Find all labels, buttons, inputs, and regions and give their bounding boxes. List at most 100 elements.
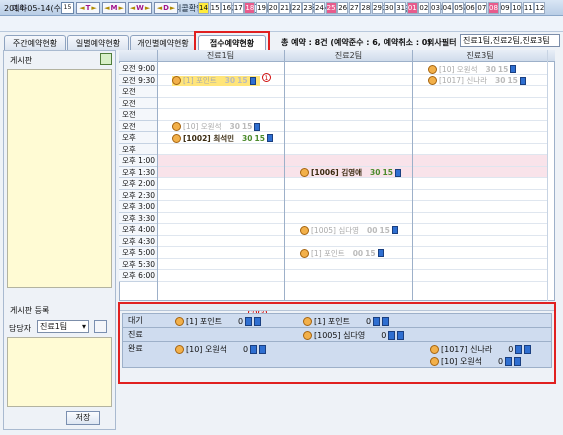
duration-value: 00 [352,248,364,258]
patient-name: [1005] 심다영 [311,225,360,235]
memo-icon[interactable] [519,76,526,85]
memo-icon[interactable] [510,65,517,73]
time-slot-row[interactable] [157,236,547,247]
day-cell[interactable]: 05 [453,2,465,14]
time-slot-row[interactable] [157,86,547,98]
appointment-item[interactable]: [1002] 최석민 30 15 [172,133,273,143]
day-cell[interactable]: 27 [348,2,360,14]
time-slot-row[interactable] [157,98,547,109]
day-cell[interactable]: 19 [256,2,267,14]
tab-weekly[interactable]: 주간예약현황 [4,35,66,50]
appointment-item[interactable]: [1006] 김영애 30 15 [300,168,401,178]
time-cell: 오전 9:30 [119,74,157,86]
nav-label: T [85,4,91,12]
appointment-item[interactable]: [1] 포인트 30 15 [172,75,260,86]
divider [284,50,285,301]
appointment-item[interactable]: [1017] 신나라 30 15 [428,76,526,86]
board-text-input[interactable] [7,337,112,407]
time-slot-row[interactable] [157,201,547,213]
appointment-item[interactable]: [10] 오원석 30 15 [172,122,261,132]
day-cell[interactable]: 16 [221,2,233,14]
day-cell[interactable]: 21 [279,2,291,14]
day-cell[interactable]: 28 [360,2,372,14]
column-header-team2: 진료2팀 [334,51,363,60]
day-cell[interactable]: 07 [476,2,488,14]
day-cell[interactable]: 10 [511,2,523,14]
day-cell[interactable]: 25 [325,2,337,14]
duration-value: 30 [242,133,253,143]
day-cell[interactable]: 12 [534,2,546,14]
day-cell[interactable]: 18 [244,2,256,14]
board-add-icon[interactable] [100,53,112,65]
memo-icon[interactable] [377,249,384,257]
day-cell[interactable]: 08 [488,2,499,14]
board-content[interactable] [7,69,112,288]
patient-name: [1017] 신나라 [439,76,488,85]
save-button[interactable]: 저장 [66,411,100,425]
interval-value: 15 [237,76,248,85]
day-cell[interactable]: 23 [302,2,314,14]
doctor-filter-input[interactable]: 진료1팀,진료2팀,진료3팀 [460,34,560,47]
nav-d-button[interactable]: ◄ D ► [154,2,178,14]
memo-icon[interactable] [254,122,261,131]
patient-name: [1002] 최석민 [183,133,235,143]
patient-face-icon [428,64,437,74]
time-slot-row[interactable] [157,109,547,121]
day-cell[interactable]: 09 [499,2,511,14]
time-cell: 오후 3:30 [119,212,157,224]
day-cell[interactable]: 03 [430,2,441,14]
patient-face-icon [300,168,309,177]
day-cell[interactable]: 04 [441,2,453,14]
day-cell[interactable]: 20 [267,2,279,14]
tab-daily[interactable]: 일별예약현황 [67,35,129,50]
time-slot-row[interactable] [157,190,547,201]
time-slot-row[interactable] [157,144,547,155]
reservation-summary: 총 예약 : 8건 (예약준수 : 6, 예약취소 : 0) [281,38,432,47]
day-cell[interactable]: 02 [418,2,430,14]
memo-icon[interactable] [391,226,398,234]
duration-value: 30 [370,168,381,177]
time-slot-row[interactable] [157,155,547,167]
appointment-item[interactable]: [10] 오원석 30 15 [428,64,517,74]
day-cell[interactable]: 06 [464,2,476,14]
memo-icon[interactable] [394,168,401,177]
date-value[interactable]: 2014-05-14(수) [4,3,64,14]
nav-m-button[interactable]: ◄ M ► [102,2,126,14]
day-cell[interactable]: 22 [290,2,302,14]
duration-value: 30 [485,64,496,74]
appointment-item[interactable]: [1005] 심다영 00 15 [300,225,398,235]
board-label: 게시판 [10,56,33,65]
memo-icon[interactable] [266,134,273,142]
time-slot-row[interactable] [157,213,547,224]
patient-face-icon [172,122,181,131]
day-cell[interactable]: 11 [522,2,534,14]
nav-t-button[interactable]: ◄ T ► [76,2,100,14]
doctor-filter-label: 의사필터 [427,38,457,47]
appointment-item[interactable]: [1] 포인트 00 15 [300,248,384,258]
day-cell[interactable]: 24 [314,2,325,14]
duration-value: 30 [224,76,236,85]
calendar-icon[interactable]: 15 [61,2,74,14]
edit-icon[interactable] [94,320,107,333]
time-slot-row[interactable] [157,178,547,190]
day-cell[interactable]: 01 [406,2,418,14]
tab-personal[interactable]: 개인별예약현황 [130,35,196,50]
patient-name: [10] 오원석 [439,64,478,74]
time-cell: 오후 12:30 [119,143,157,165]
time-cell: 오후 3:00 [119,201,157,213]
day-cell[interactable]: 14 [198,2,209,14]
day-cell[interactable]: 15 [209,2,221,14]
time-slot-row[interactable] [157,270,547,282]
interval-value: 15 [254,133,265,143]
day-cell[interactable]: 29 [372,2,383,14]
day-cell[interactable]: 30 [383,2,395,14]
day-cell[interactable]: 31 [395,2,407,14]
writer-select[interactable]: 진료1팀 ▾ [37,320,89,333]
nav-w-button[interactable]: ◄ W ► [128,2,152,14]
time-slot-row[interactable] [157,259,547,270]
day-cell[interactable]: 26 [337,2,349,14]
day-cell[interactable]: 17 [232,2,244,14]
vertical-scrollbar[interactable] [547,50,548,301]
memo-icon[interactable] [249,76,256,85]
patient-name: [10] 오원석 [183,122,222,131]
